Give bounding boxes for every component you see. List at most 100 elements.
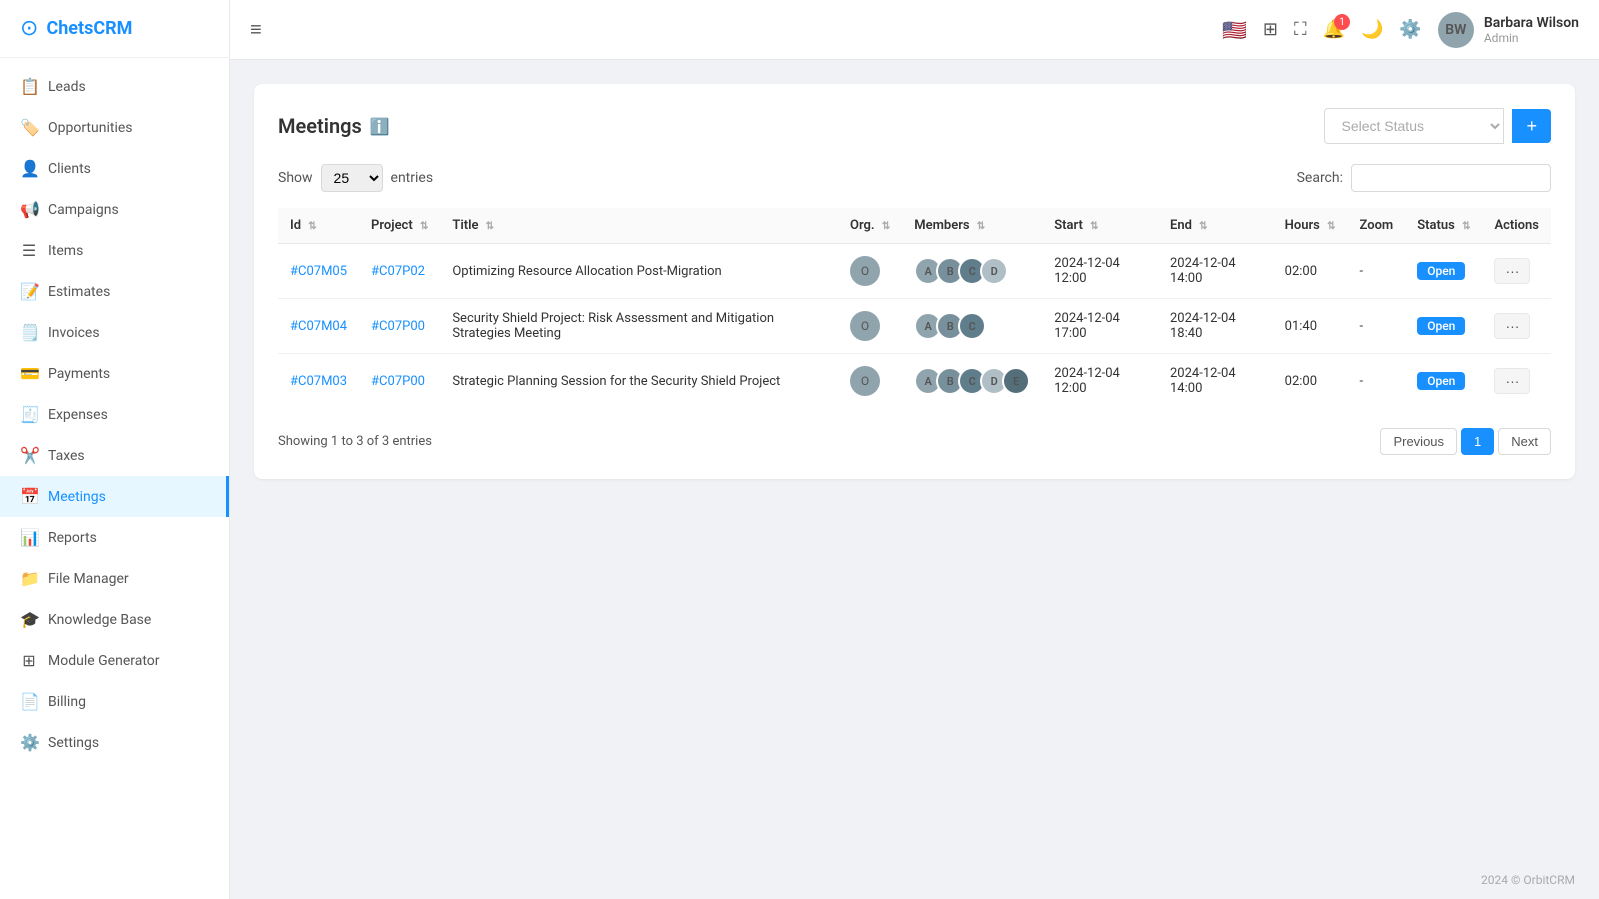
col-status[interactable]: Status ⇅ <box>1405 208 1482 244</box>
search-label: Search: <box>1297 170 1343 186</box>
entries-info: Showing 1 to 3 of 3 entries <box>278 434 432 449</box>
show-label: Show <box>278 170 313 186</box>
cell-title: Security Shield Project: Risk Assessment… <box>440 299 838 354</box>
campaigns-icon: 📢 <box>20 200 38 219</box>
col-members[interactable]: Members ⇅ <box>902 208 1042 244</box>
darkmode-icon[interactable]: 🌙 <box>1361 19 1383 40</box>
cell-title: Strategic Planning Session for the Secur… <box>440 354 838 409</box>
flag-icon[interactable]: 🇺🇸 <box>1222 18 1247 42</box>
cell-end: 2024-12-04 14:00 <box>1158 354 1273 409</box>
sidebar-item-invoices[interactable]: 🗒️ Invoices <box>0 312 229 353</box>
table-row: #C07M05 #C07P02 Optimizing Resource Allo… <box>278 244 1551 299</box>
sidebar-item-estimates[interactable]: 📝Estimates <box>0 271 229 312</box>
knowledge-base-icon: 🎓 <box>20 610 38 629</box>
col-project[interactable]: Project ⇅ <box>359 208 440 244</box>
cell-start: 2024-12-04 12:00 <box>1042 354 1158 409</box>
status-badge: Open <box>1417 372 1465 390</box>
sidebar-item-meetings[interactable]: 📅Meetings <box>0 476 229 517</box>
meeting-id-link[interactable]: #C07M04 <box>290 319 347 334</box>
payments-label: Payments <box>48 366 110 382</box>
sidebar-nav: 📋Leads🏷️Opportunities👤Clients📢Campaigns☰… <box>0 58 229 899</box>
status-select[interactable]: Select Status Open Closed <box>1324 108 1504 144</box>
sidebar-item-items[interactable]: ☰Items <box>0 230 229 271</box>
cell-org: O <box>838 244 902 299</box>
previous-button[interactable]: Previous <box>1380 428 1457 455</box>
sidebar-item-payments[interactable]: 💳Payments <box>0 353 229 394</box>
col-id[interactable]: Id ⇅ <box>278 208 359 244</box>
meeting-id-link[interactable]: #C07M05 <box>290 264 347 279</box>
sidebar-item-expenses[interactable]: 🧾Expenses <box>0 394 229 435</box>
table-controls: Show 25 10 50 100 entries Search: <box>278 164 1551 192</box>
hamburger-menu[interactable]: ≡ <box>250 17 262 42</box>
sidebar-item-campaigns[interactable]: 📢Campaigns <box>0 189 229 230</box>
invoices-icon: 🗒️ <box>20 323 38 342</box>
notification-icon[interactable]: 🔔 1 <box>1323 19 1345 40</box>
cell-id: #C07M04 <box>278 299 359 354</box>
user-name: Barbara Wilson <box>1484 15 1579 31</box>
sidebar-item-module-generator[interactable]: ⊞Module Generator <box>0 640 229 681</box>
settings-icon: ⚙️ <box>20 733 38 752</box>
items-label: Items <box>48 243 83 259</box>
content-area: Meetings ℹ️ Select Status Open Closed + <box>230 60 1599 861</box>
cell-status: Open <box>1405 299 1482 354</box>
sidebar-item-leads[interactable]: 📋Leads <box>0 66 229 107</box>
grid-icon[interactable]: ⊞ <box>1263 19 1278 40</box>
sidebar-item-reports[interactable]: 📊Reports <box>0 517 229 558</box>
col-org[interactable]: Org. ⇅ <box>838 208 902 244</box>
project-link[interactable]: #C07P00 <box>371 374 425 389</box>
col-start[interactable]: Start ⇅ <box>1042 208 1158 244</box>
reports-icon: 📊 <box>20 528 38 547</box>
cell-actions: ··· <box>1482 354 1551 409</box>
sidebar-item-file-manager[interactable]: 📁File Manager <box>0 558 229 599</box>
cell-title: Optimizing Resource Allocation Post-Migr… <box>440 244 838 299</box>
main-area: ≡ 🇺🇸 ⊞ ⛶ 🔔 1 🌙 ⚙️ BW Barbara Wilson Admi… <box>230 0 1599 899</box>
sidebar-item-opportunities[interactable]: 🏷️Opportunities <box>0 107 229 148</box>
action-menu-button[interactable]: ··· <box>1494 258 1530 284</box>
cell-actions: ··· <box>1482 299 1551 354</box>
col-zoom: Zoom <box>1347 208 1405 244</box>
cell-status: Open <box>1405 354 1482 409</box>
cell-project: #C07P00 <box>359 354 440 409</box>
leads-icon: 📋 <box>20 77 38 96</box>
file-manager-icon: 📁 <box>20 569 38 588</box>
col-hours[interactable]: Hours ⇅ <box>1273 208 1348 244</box>
cell-id: #C07M03 <box>278 354 359 409</box>
cell-zoom: - <box>1347 299 1405 354</box>
members-group: ABC <box>914 312 1030 340</box>
user-info[interactable]: BW Barbara Wilson Admin <box>1438 12 1579 48</box>
cell-members: ABCD <box>902 244 1042 299</box>
next-button[interactable]: Next <box>1498 428 1551 455</box>
search-input[interactable] <box>1351 164 1551 192</box>
project-link[interactable]: #C07P00 <box>371 319 425 334</box>
info-icon[interactable]: ℹ️ <box>370 117 390 136</box>
page-1-button[interactable]: 1 <box>1461 428 1494 455</box>
cell-project: #C07P02 <box>359 244 440 299</box>
col-end[interactable]: End ⇅ <box>1158 208 1273 244</box>
members-group: ABCDE <box>914 367 1030 395</box>
opportunities-icon: 🏷️ <box>20 118 38 137</box>
col-title[interactable]: Title ⇅ <box>440 208 838 244</box>
estimates-icon: 📝 <box>20 282 38 301</box>
action-menu-button[interactable]: ··· <box>1494 313 1530 339</box>
action-menu-button[interactable]: ··· <box>1494 368 1530 394</box>
footer: 2024 © OrbitCRM <box>230 861 1599 899</box>
table-row: #C07M03 #C07P00 Strategic Planning Sessi… <box>278 354 1551 409</box>
cell-hours: 02:00 <box>1273 244 1348 299</box>
meeting-id-link[interactable]: #C07M03 <box>290 374 347 389</box>
user-role: Admin <box>1484 31 1579 45</box>
settings-icon[interactable]: ⚙️ <box>1399 19 1421 40</box>
project-link[interactable]: #C07P02 <box>371 264 425 279</box>
cell-start: 2024-12-04 17:00 <box>1042 299 1158 354</box>
avatar: BW <box>1438 12 1474 48</box>
entries-select[interactable]: 25 10 50 100 <box>321 164 383 192</box>
add-meeting-button[interactable]: + <box>1512 109 1551 143</box>
sidebar-item-taxes[interactable]: ✂️Taxes <box>0 435 229 476</box>
sidebar-item-billing[interactable]: 📄Billing <box>0 681 229 722</box>
page-header-actions: Select Status Open Closed + <box>1324 108 1551 144</box>
invoices-label: Invoices <box>48 325 100 341</box>
sidebar-item-clients[interactable]: 👤Clients <box>0 148 229 189</box>
sidebar-item-knowledge-base[interactable]: 🎓Knowledge Base <box>0 599 229 640</box>
fullscreen-icon[interactable]: ⛶ <box>1294 19 1307 40</box>
sidebar-item-settings[interactable]: ⚙️Settings <box>0 722 229 763</box>
member-avatar: D <box>980 257 1008 285</box>
